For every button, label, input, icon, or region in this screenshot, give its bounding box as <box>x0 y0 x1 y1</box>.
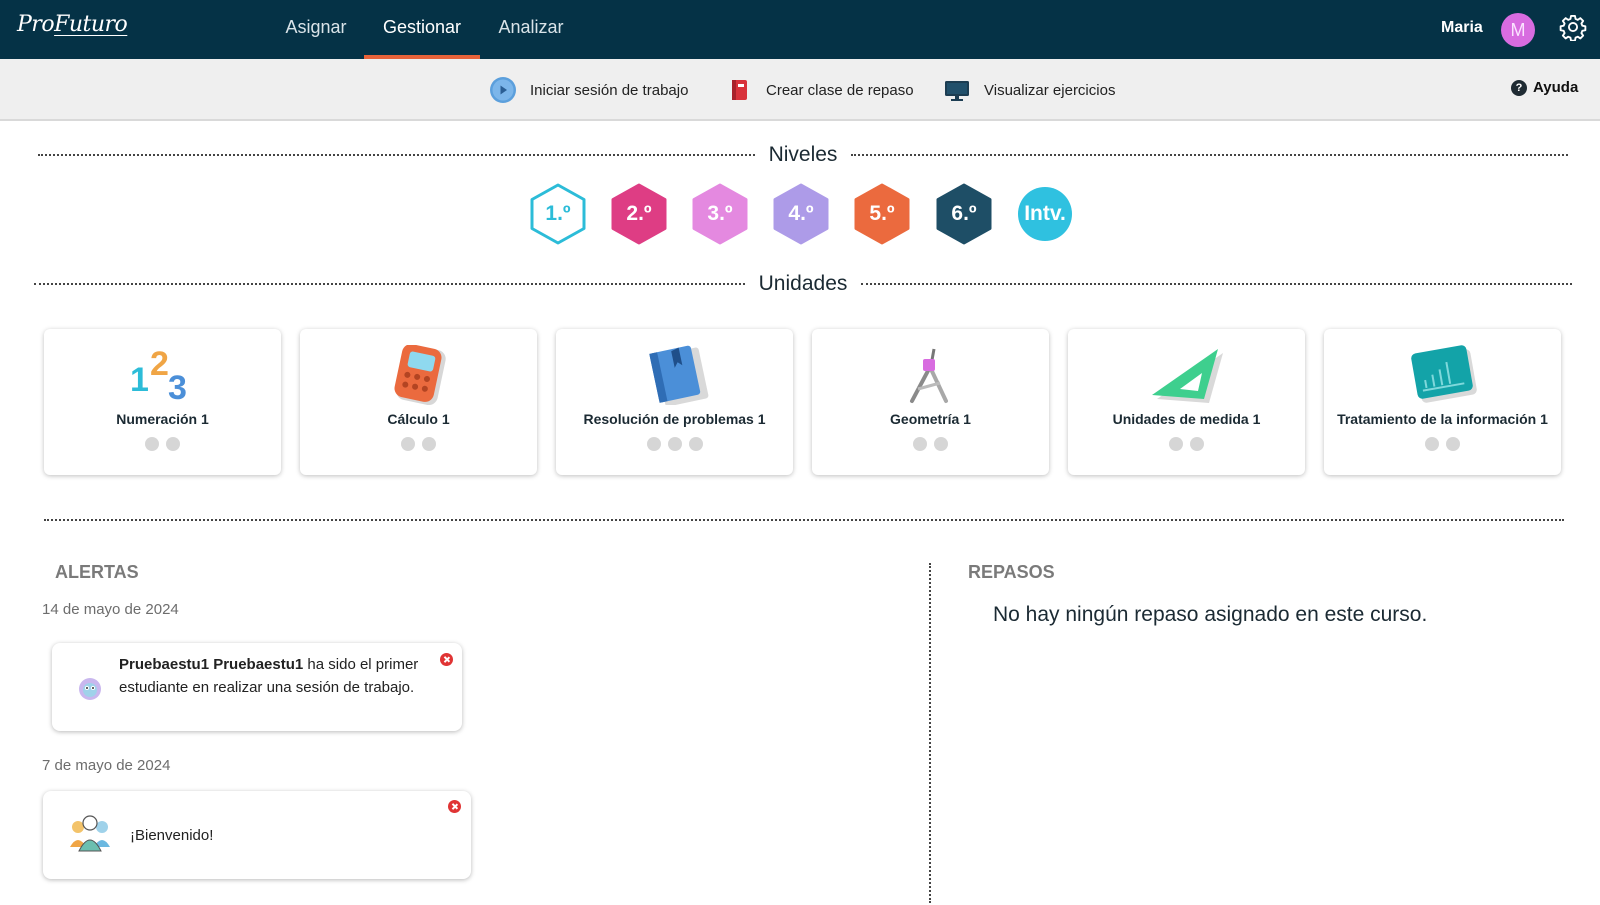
svg-text:2: 2 <box>150 345 169 383</box>
top-navigation-bar: ProFuturo Asignar Gestionar Analizar Mar… <box>0 0 1600 59</box>
alert-date: 7 de mayo de 2024 <box>42 757 171 774</box>
level-label: 1.º <box>545 202 571 225</box>
unit-progress-dots <box>556 437 793 451</box>
close-icon[interactable] <box>448 800 461 813</box>
level-button-3[interactable]: 3.º <box>691 183 749 245</box>
unit-card-geometria[interactable]: Geometría 1 <box>812 329 1049 475</box>
dotted-divider <box>38 154 755 156</box>
alert-welcome: ¡Bienvenido! <box>43 791 471 879</box>
level-label: 5.º <box>869 202 895 225</box>
level-button-1[interactable]: 1.º <box>529 183 587 245</box>
unit-progress-dots <box>812 437 1049 451</box>
help-button[interactable]: ? Ayuda <box>1511 79 1578 96</box>
close-icon[interactable] <box>440 653 453 666</box>
alerts-title: ALERTAS <box>55 562 139 582</box>
logo-text-pro: Pro <box>17 12 55 37</box>
units-title: Unidades <box>758 272 848 295</box>
unit-progress-dots <box>1324 437 1561 451</box>
unit-name: Resolución de problemas 1 <box>583 411 766 427</box>
student-name: Pruebaestu1 Pruebaestu1 <box>119 656 304 673</box>
unit-name: Unidades de medida 1 <box>1112 411 1261 427</box>
play-icon <box>489 76 517 104</box>
student-avatar-icon <box>79 678 101 700</box>
view-exercises-button[interactable]: Visualizar ejercicios <box>943 75 1115 105</box>
create-review-label: Crear clase de repaso <box>766 81 914 99</box>
svg-text:1: 1 <box>130 361 149 399</box>
unit-card-medida[interactable]: Unidades de medida 1 <box>1068 329 1305 475</box>
level-button-5[interactable]: 5.º <box>853 183 911 245</box>
dotted-divider <box>851 154 1569 156</box>
level-label: 3.º <box>707 202 733 225</box>
units-section-header: Unidades <box>34 272 1573 296</box>
unit-name: Numeración 1 <box>116 411 209 427</box>
book-icon <box>649 345 709 405</box>
level-label: 4.º <box>788 202 814 225</box>
compass-icon <box>910 348 948 403</box>
dotted-divider <box>34 283 745 285</box>
chart-icon <box>1411 345 1477 403</box>
user-name[interactable]: Maria <box>1441 19 1483 37</box>
tab-asignar[interactable]: Asignar <box>276 0 356 59</box>
level-label: Intv. <box>1024 202 1066 225</box>
calculator-icon <box>394 345 446 405</box>
view-exercises-label: Visualizar ejercicios <box>984 81 1116 99</box>
level-label: 2.º <box>626 202 652 225</box>
unit-name: Cálculo 1 <box>387 411 450 427</box>
welcome-message: ¡Bienvenido! <box>130 827 214 844</box>
dotted-divider <box>861 283 1573 285</box>
levels-title: Niveles <box>768 143 838 166</box>
unit-card-resolucion[interactable]: Resolución de problemas 1 <box>556 329 793 475</box>
level-label: 6.º <box>951 202 977 225</box>
alert-first-session: Pruebaestu1 Pruebaestu1 ha sido el prime… <box>52 643 462 731</box>
reviews-title: REPASOS <box>968 562 1055 582</box>
alert-message: Pruebaestu1 Pruebaestu1 ha sido el prime… <box>119 653 439 699</box>
level-button-2[interactable]: 2.º <box>610 183 668 245</box>
unit-card-numeracion[interactable]: 1 2 3 Numeración 1 <box>44 329 281 475</box>
create-review-button[interactable]: Crear clase de repaso <box>725 75 914 105</box>
levels-section-header: Niveles <box>38 143 1569 167</box>
start-session-button[interactable]: Iniciar sesión de trabajo <box>489 75 688 105</box>
unit-progress-dots <box>44 437 281 451</box>
dotted-divider <box>44 519 1564 521</box>
group-avatar-icon <box>70 815 110 852</box>
start-session-label: Iniciar sesión de trabajo <box>530 81 689 99</box>
unit-name: Tratamiento de la información 1 <box>1337 411 1548 427</box>
monitor-icon <box>943 76 971 104</box>
no-reviews-message: No hay ningún repaso asignado en este cu… <box>993 603 1428 626</box>
notebook-icon <box>725 76 753 104</box>
unit-name: Geometría 1 <box>890 411 971 427</box>
unit-progress-dots <box>1068 437 1305 451</box>
action-toolbar: Iniciar sesión de trabajo Crear clase de… <box>0 59 1600 121</box>
help-icon: ? <box>1511 79 1527 96</box>
tab-gestionar[interactable]: Gestionar <box>364 0 480 59</box>
unit-progress-dots <box>300 437 537 451</box>
tab-analizar[interactable]: Analizar <box>490 0 572 59</box>
logo-text-futuro: Futuro <box>54 12 128 37</box>
avatar[interactable]: M <box>1501 13 1535 47</box>
unit-card-calculo[interactable]: Cálculo 1 <box>300 329 537 475</box>
numbers-icon: 1 2 3 <box>130 345 187 405</box>
level-button-6[interactable]: 6.º <box>935 183 993 245</box>
level-button-7[interactable]: Intv. <box>1016 183 1074 245</box>
level-button-4[interactable]: 4.º <box>772 183 830 245</box>
gear-icon[interactable] <box>1559 13 1587 41</box>
set-square-icon <box>1152 349 1223 403</box>
alert-date: 14 de mayo de 2024 <box>42 601 179 618</box>
column-divider <box>929 563 931 903</box>
svg-text:3: 3 <box>168 369 187 405</box>
unit-card-tratamiento[interactable]: Tratamiento de la información 1 <box>1324 329 1561 475</box>
profuturo-logo[interactable]: ProFuturo <box>17 12 128 37</box>
help-label: Ayuda <box>1533 79 1579 96</box>
